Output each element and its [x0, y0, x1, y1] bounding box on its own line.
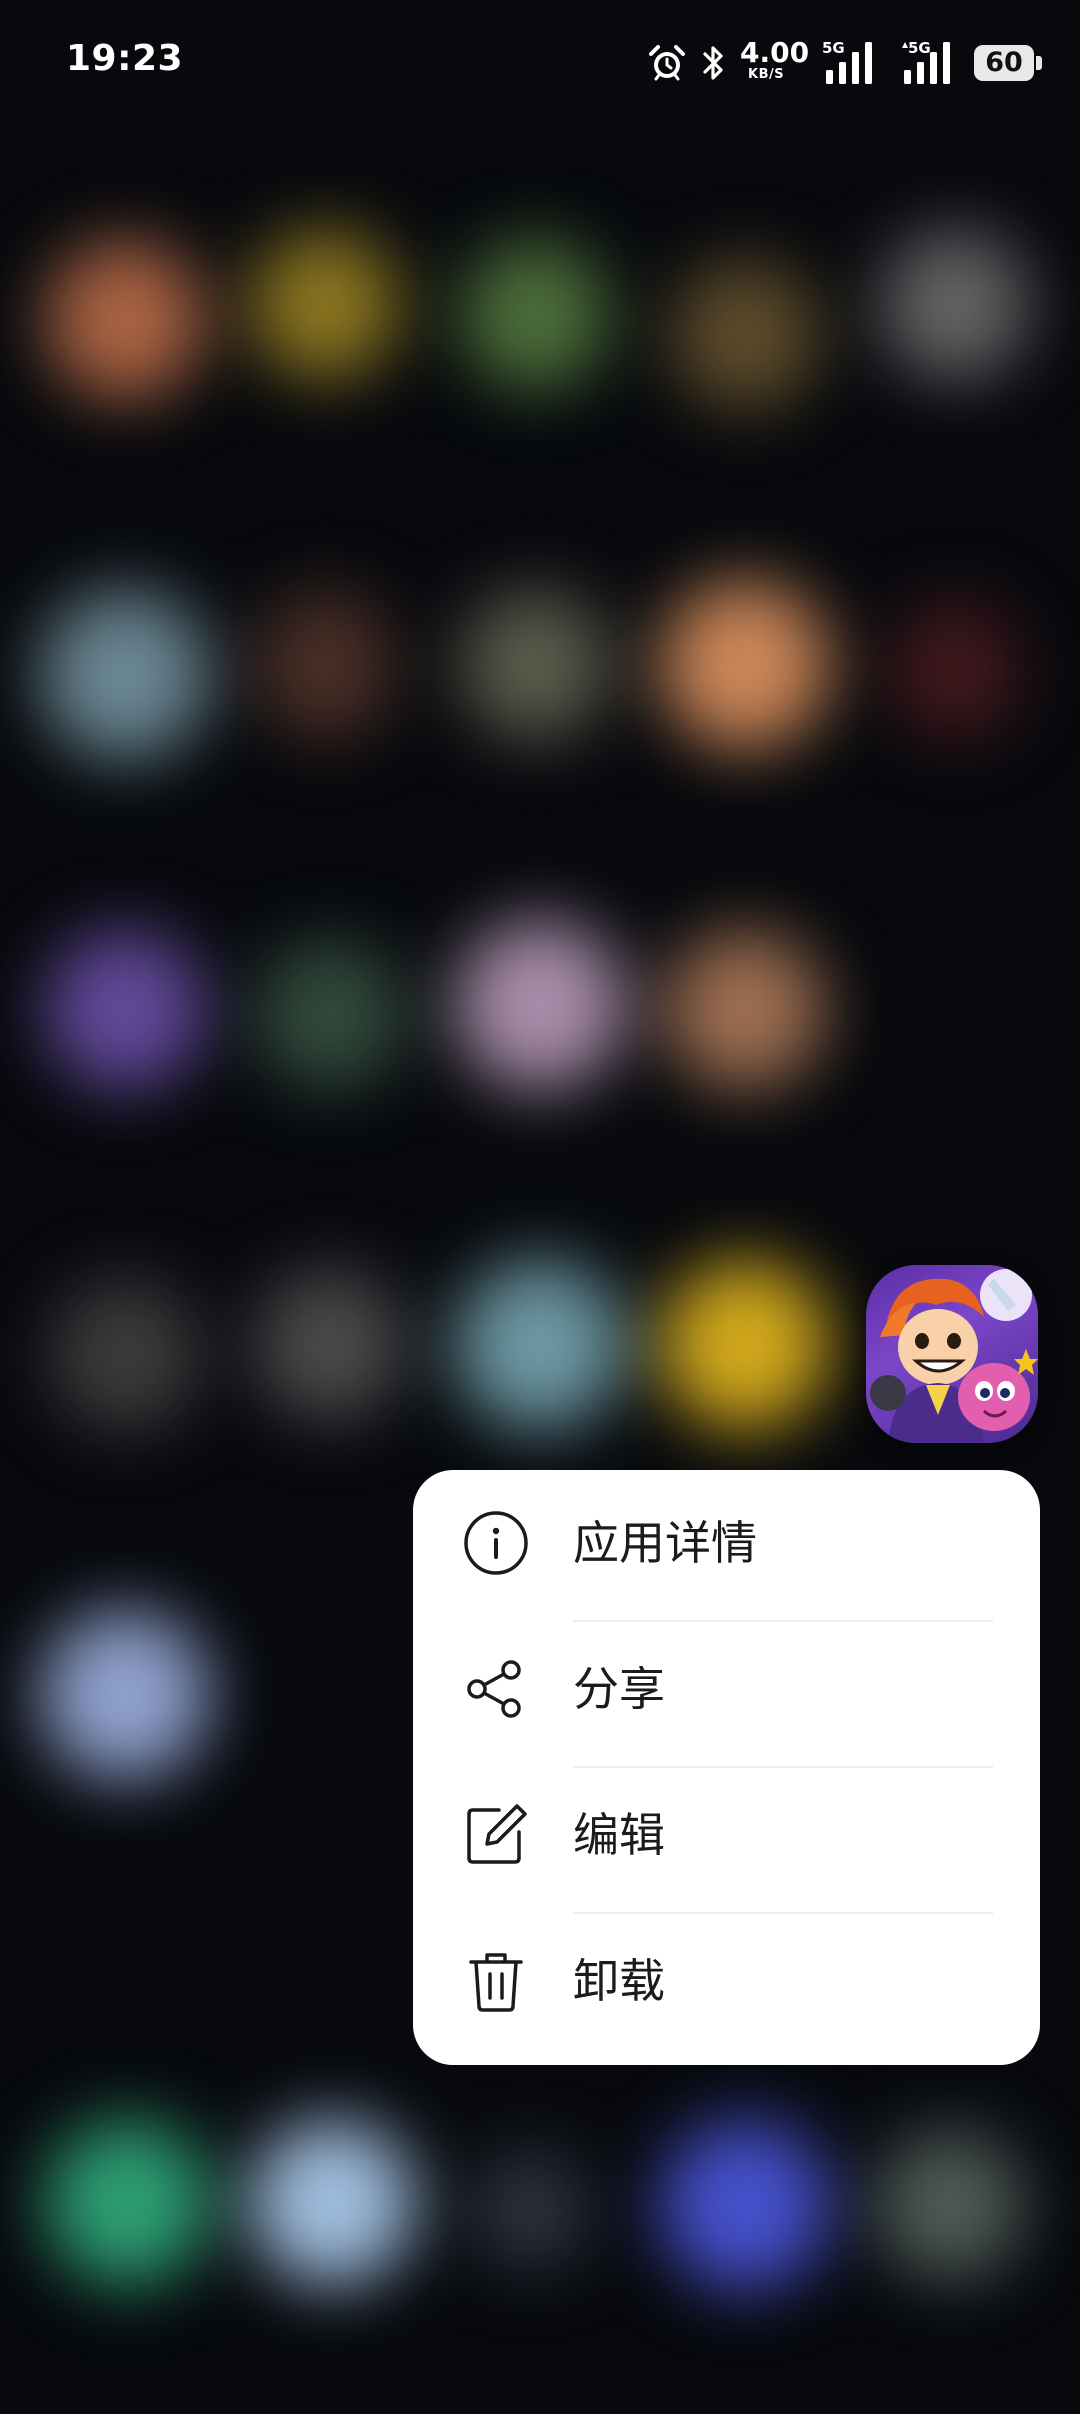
menu-item-label: 卸载 [573, 1954, 665, 2008]
blurred-app-icon [670, 260, 820, 410]
network-speed-value: 4.00 [740, 36, 810, 69]
info-icon [464, 1511, 528, 1575]
game-app-icon[interactable] [866, 1265, 1038, 1443]
blurred-app-icon [470, 2150, 590, 2270]
blurred-app-icon [250, 230, 400, 380]
blurred-app-icon [890, 600, 1020, 740]
blurred-app-icon [45, 930, 205, 1090]
blurred-app-icon [665, 930, 825, 1090]
blurred-app-icon [660, 1260, 830, 1430]
menu-item-label: 编辑 [573, 1808, 665, 1862]
bluetooth-icon [703, 46, 723, 80]
blurred-app-icon [875, 2130, 1025, 2280]
sim2-signal: 5G [898, 38, 962, 88]
blurred-app-icon [660, 580, 830, 750]
edit-icon [467, 1804, 527, 1864]
blurred-app-icon [255, 940, 405, 1090]
battery-indicator: 60 [974, 45, 1042, 81]
blurred-app-icon [255, 590, 395, 740]
game-character-icon [870, 1269, 1038, 1443]
menu-item-label: 分享 [573, 1662, 665, 1716]
sim1-signal: 5G [822, 38, 886, 88]
menu-item-edit[interactable]: 编辑 [413, 1762, 1040, 1908]
menu-item-uninstall[interactable]: 卸载 [413, 1908, 1040, 2054]
network-speed: 4.00 KB/S [740, 38, 810, 88]
blurred-app-icon [460, 590, 610, 740]
blurred-app-icon [455, 920, 625, 1090]
alarm-icon [649, 45, 685, 81]
blurred-app-icon [880, 230, 1030, 380]
status-bar: 19:23 4.00 KB/S 5G 5G 60 [0, 0, 1080, 128]
share-icon [467, 1660, 521, 1718]
blurred-app-icon [50, 1280, 200, 1430]
blurred-app-icon [40, 590, 210, 760]
blurred-app-icon [660, 2120, 830, 2290]
blurred-app-icon [250, 2120, 415, 2285]
blurred-app-icon [255, 1270, 405, 1420]
menu-item-app-info[interactable]: 应用详情 [413, 1470, 1040, 1616]
menu-item-share[interactable]: 分享 [413, 1616, 1040, 1762]
network-speed-unit: KB/S [748, 67, 785, 82]
status-time: 19:23 [66, 38, 184, 79]
blurred-app-icon [40, 1610, 210, 1780]
app-context-menu: 应用详情 分享 编辑 卸载 [413, 1470, 1040, 2065]
blurred-app-icon [455, 1260, 625, 1430]
menu-item-label: 应用详情 [573, 1516, 757, 1570]
trash-icon [469, 1953, 523, 2012]
battery-level: 60 [985, 47, 1023, 78]
status-icons: 4.00 KB/S 5G 5G 60 [646, 38, 1042, 88]
signal-icon [826, 42, 872, 84]
battery-cap [1036, 56, 1042, 70]
blurred-app-icon [460, 240, 610, 390]
blurred-app-icon [45, 240, 205, 400]
blurred-app-icon [45, 2120, 210, 2285]
signal-icon [902, 42, 950, 84]
